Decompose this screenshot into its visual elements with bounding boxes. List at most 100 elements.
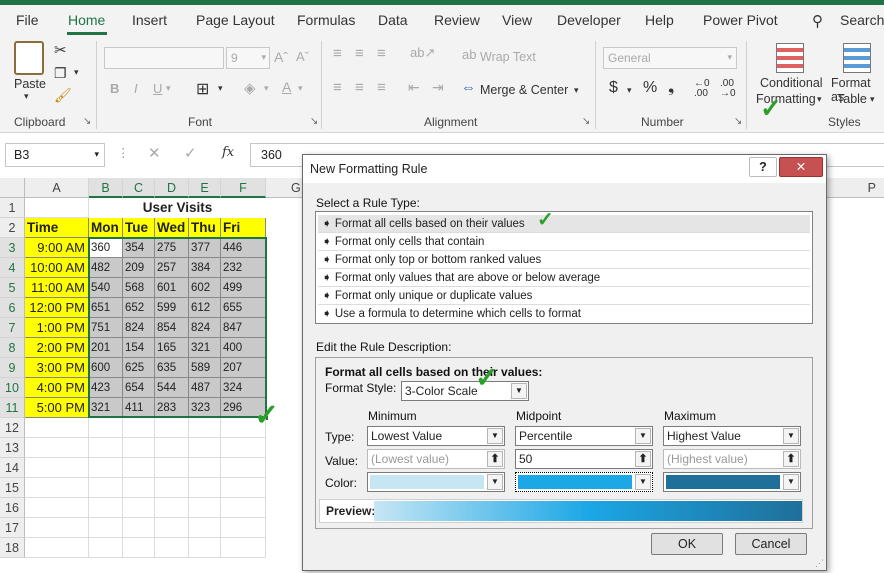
value-cell[interactable]: 354 (123, 238, 155, 258)
italic-icon[interactable]: I (134, 81, 138, 96)
column-header-g[interactable]: G (266, 178, 306, 198)
empty-cell[interactable] (221, 538, 266, 558)
value-cell[interactable]: 602 (189, 278, 221, 298)
minimum-type-select[interactable]: Lowest Value ▼ (367, 426, 505, 446)
header-cell[interactable]: Tue (123, 218, 155, 238)
empty-cell[interactable] (189, 458, 221, 478)
percent-icon[interactable]: % (643, 79, 657, 97)
empty-cell[interactable] (25, 478, 89, 498)
empty-cell[interactable] (89, 438, 123, 458)
time-cell[interactable]: 3:00 PM (25, 358, 89, 378)
column-header-p[interactable]: P (826, 178, 884, 198)
conditional-formatting-label-1[interactable]: Conditional (760, 76, 823, 90)
empty-cell[interactable] (123, 538, 155, 558)
insert-function-icon[interactable]: fx (222, 145, 234, 160)
format-painter-icon[interactable]: 🖌 (54, 87, 72, 104)
empty-cell[interactable] (123, 418, 155, 438)
align-middle-icon[interactable]: ≡ (355, 45, 364, 62)
value-cell[interactable]: 854 (155, 318, 189, 338)
cancel-button[interactable]: Cancel (735, 533, 807, 555)
search-label[interactable]: Search (840, 12, 884, 28)
column-header-e[interactable]: E (189, 178, 221, 198)
value-cell[interactable]: 589 (189, 358, 221, 378)
alignment-launcher-icon[interactable]: ↘ (582, 116, 590, 127)
increase-decimal-icon[interactable]: ←0.00 (694, 79, 710, 99)
empty-cell[interactable] (89, 458, 123, 478)
sheet-title-cell[interactable]: User Visits (89, 198, 266, 218)
column-header-d[interactable]: D (155, 178, 189, 198)
collapse-dialog-icon[interactable]: ⬆ (783, 451, 799, 467)
currency-dropdown-icon[interactable]: ▾ (627, 85, 632, 96)
paste-dropdown-icon[interactable]: ▾ (24, 91, 29, 102)
value-cell[interactable]: 824 (189, 318, 221, 338)
bold-icon[interactable]: B (110, 81, 119, 96)
row-header[interactable]: 14 (0, 458, 25, 478)
value-cell[interactable]: 499 (221, 278, 266, 298)
format-as-table-dropdown-icon[interactable]: ▾ (870, 94, 875, 105)
merge-center-button[interactable]: Merge & Center (480, 83, 568, 97)
tab-developer[interactable]: Developer (557, 12, 621, 28)
empty-cell[interactable] (89, 478, 123, 498)
row-header[interactable]: 6 (0, 298, 25, 318)
maximum-value-input[interactable]: (Highest value) ⬆ (663, 449, 801, 469)
minimum-value-input[interactable]: (Lowest value) ⬆ (367, 449, 505, 469)
value-cell[interactable]: 165 (155, 338, 189, 358)
empty-cell[interactable] (189, 418, 221, 438)
row-header[interactable]: 7 (0, 318, 25, 338)
value-cell[interactable]: 400 (221, 338, 266, 358)
copy-icon[interactable]: ❐ (54, 65, 67, 82)
value-cell[interactable]: 568 (123, 278, 155, 298)
empty-cell[interactable] (89, 418, 123, 438)
currency-icon[interactable]: $ (609, 79, 618, 97)
row-header[interactable]: 9 (0, 358, 25, 378)
empty-cell[interactable] (25, 538, 89, 558)
font-name-select[interactable] (104, 47, 224, 69)
underline-dropdown-icon[interactable]: ▾ (166, 83, 171, 94)
value-cell[interactable]: 600 (89, 358, 123, 378)
tab-help[interactable]: Help (645, 12, 674, 28)
rule-type-item[interactable]: ➧ Format only values that are above or b… (318, 269, 810, 287)
empty-cell[interactable] (155, 438, 189, 458)
tab-home[interactable]: Home (68, 12, 105, 28)
value-cell[interactable]: 411 (123, 398, 155, 418)
row-header[interactable]: 17 (0, 518, 25, 538)
row-header[interactable]: 18 (0, 538, 25, 558)
tab-review[interactable]: Review (434, 12, 480, 28)
value-cell[interactable]: 207 (221, 358, 266, 378)
empty-cell[interactable] (155, 418, 189, 438)
value-cell[interactable]: 655 (221, 298, 266, 318)
column-header-b[interactable]: B (89, 178, 123, 198)
empty-cell[interactable] (123, 498, 155, 518)
maximum-type-select[interactable]: Highest Value ▼ (663, 426, 801, 446)
empty-cell[interactable] (89, 518, 123, 538)
time-cell[interactable]: 4:00 PM (25, 378, 89, 398)
value-cell[interactable]: 654 (123, 378, 155, 398)
empty-cell[interactable] (155, 518, 189, 538)
align-top-icon[interactable]: ≡ (333, 45, 342, 62)
value-cell[interactable]: 209 (123, 258, 155, 278)
wrap-text-icon[interactable]: ab (462, 47, 476, 62)
cut-icon[interactable]: ✂ (54, 41, 67, 59)
number-launcher-icon[interactable]: ↘ (734, 116, 742, 127)
orientation-icon[interactable]: ab↗ (410, 45, 435, 61)
conditional-formatting-icon[interactable] (776, 43, 804, 73)
value-cell[interactable]: 625 (123, 358, 155, 378)
value-cell[interactable]: 487 (189, 378, 221, 398)
row-header[interactable]: 16 (0, 498, 25, 518)
align-left-icon[interactable]: ≡ (333, 79, 342, 96)
value-cell[interactable]: 751 (89, 318, 123, 338)
value-cell[interactable]: 446 (221, 238, 266, 258)
underline-icon[interactable]: U (153, 81, 162, 96)
empty-cell[interactable] (189, 518, 221, 538)
maximum-color-select[interactable]: ▼ (663, 472, 801, 492)
merge-center-icon[interactable]: ⇔ (461, 79, 476, 96)
row-header[interactable]: 15 (0, 478, 25, 498)
empty-cell[interactable] (25, 418, 89, 438)
empty-cell[interactable] (221, 478, 266, 498)
value-cell[interactable]: 482 (89, 258, 123, 278)
header-cell[interactable]: Fri (221, 218, 266, 238)
row-header[interactable]: 12 (0, 418, 25, 438)
tab-formulas[interactable]: Formulas (297, 12, 355, 28)
empty-cell[interactable] (89, 538, 123, 558)
search-icon[interactable]: ⚲ (812, 12, 823, 30)
